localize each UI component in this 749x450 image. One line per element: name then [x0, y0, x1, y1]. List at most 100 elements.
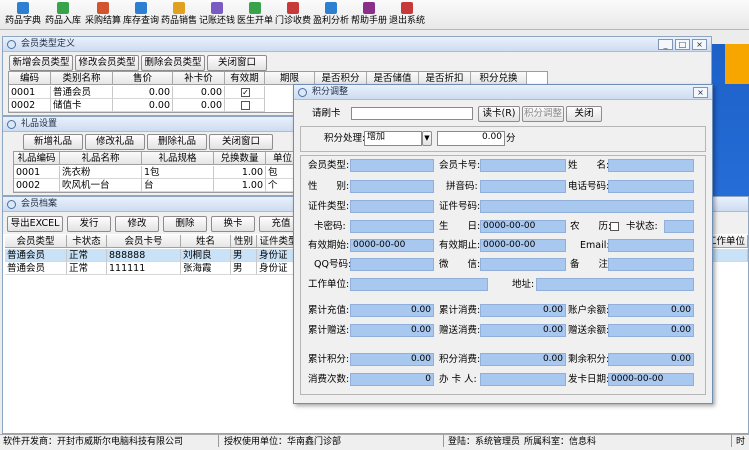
toolbar-button-1[interactable]: 药品入库: [44, 2, 82, 28]
window-icon: [7, 40, 16, 49]
table-row[interactable]: 0001 洗衣粉 1包 1.00 包: [14, 166, 298, 179]
name-field: [608, 159, 694, 172]
pinyin-field: [480, 180, 566, 193]
export-excel-button[interactable]: 导出EXCEL: [7, 216, 63, 232]
toolbar-button-7[interactable]: 门诊收费: [274, 2, 312, 28]
col-code[interactable]: 编码: [9, 72, 51, 85]
toolbar-button-label: 盈利分析: [312, 16, 349, 26]
toolbar-button-label: 药品字典: [4, 16, 41, 26]
cell-code: 0002: [14, 179, 60, 192]
edit-gift-button[interactable]: 修改礼品: [85, 134, 145, 150]
exit-icon: [401, 2, 413, 14]
toolbar-button-8[interactable]: 盈利分析: [312, 2, 350, 28]
toolbar-button-9[interactable]: 帮助手册: [350, 2, 388, 28]
cell-spec: 1包: [142, 166, 214, 179]
card-status-label: 卡状态:: [626, 221, 658, 232]
main-toolbar: 药品字典 药品入库 采购结算 库存查询 药品销售 记账还钱 医生开单 门诊收费 盈利分析 帮助手册…: [0, 0, 749, 30]
window-icon: [298, 88, 307, 97]
col-name[interactable]: 姓名: [181, 235, 231, 248]
toolbar-button-label: 医生开单: [236, 16, 273, 26]
delete-gift-button[interactable]: 删除礼品: [147, 134, 207, 150]
col-gift-spec[interactable]: 礼品规格: [142, 152, 214, 165]
toolbar-button-5[interactable]: 记账还钱: [198, 2, 236, 28]
window-title: 会员档案: [21, 199, 58, 209]
process-select[interactable]: 增加: [364, 131, 422, 146]
sales-icon: [173, 2, 185, 14]
col-gift-qty[interactable]: 兑换数量: [214, 152, 266, 165]
toolbar-button-6[interactable]: 医生开单: [236, 2, 274, 28]
help-book-icon: [363, 2, 375, 14]
sex-field: [350, 180, 434, 193]
points-process-label: 积分处理:: [324, 133, 366, 144]
toolbar-button-2[interactable]: 采购结算: [84, 2, 122, 28]
minimize-button[interactable]: _: [658, 39, 673, 50]
col-reissue[interactable]: 补卡价: [173, 72, 225, 85]
points-amount-input[interactable]: 0.00: [437, 131, 505, 146]
col-sex[interactable]: 性别: [231, 235, 257, 248]
col-price[interactable]: 售价: [113, 72, 173, 85]
total-recharge-label: 累计充值:: [308, 305, 350, 316]
points-adjust-button[interactable]: 积分调整: [522, 106, 564, 122]
cell-code: 0001: [14, 166, 60, 179]
remark-label: 备 注:: [570, 259, 612, 270]
chevron-down-icon[interactable]: ▼: [422, 131, 432, 146]
toolbar-button-label: 退出系统: [388, 16, 425, 26]
doctor-order-icon: [249, 2, 261, 14]
table-header: 礼品编码 礼品名称 礼品规格 兑换数量 单位: [14, 152, 298, 165]
toolbar-button-3[interactable]: 库存查询: [122, 2, 160, 28]
close-window-button[interactable]: 关闭窗口: [207, 55, 267, 71]
points-left-field: 0.00: [608, 353, 694, 366]
card-password-field: [350, 220, 434, 233]
col-card-no[interactable]: 会员卡号: [107, 235, 181, 248]
ledger-icon: [211, 2, 223, 14]
handler-field: [480, 373, 566, 386]
col-valid[interactable]: 有效期: [225, 72, 265, 85]
toolbar-button-label: 采购结算: [84, 16, 121, 26]
pinyin-label: 拼音码:: [446, 181, 478, 192]
dictionary-icon: [17, 2, 29, 14]
col-name[interactable]: 类别名称: [51, 72, 113, 85]
toolbar-button-4[interactable]: 药品销售: [160, 2, 198, 28]
close-button[interactable]: ×: [692, 39, 707, 50]
work-unit-field: [350, 278, 488, 291]
swipe-card-input[interactable]: [351, 107, 473, 120]
valid-checkbox[interactable]: ✓: [241, 88, 250, 97]
read-card-button[interactable]: 读卡(R): [478, 106, 520, 122]
close-window-button[interactable]: 关闭窗口: [209, 134, 273, 150]
issue-card-button[interactable]: 发行: [67, 216, 111, 232]
col-member-type[interactable]: 会员类型: [5, 235, 67, 248]
address-label: 地址:: [512, 279, 535, 290]
address-field: [536, 278, 694, 291]
add-gift-button[interactable]: 新增礼品: [23, 134, 83, 150]
cell-status: 正常: [67, 249, 107, 262]
add-member-type-button[interactable]: 新增会员类型: [9, 55, 73, 71]
col-gift-code[interactable]: 礼品编码: [14, 152, 60, 165]
wechat-field: [480, 258, 566, 271]
table-row[interactable]: 0002 吹风机一台 台 1.00 个: [14, 179, 298, 192]
lunar-checkbox[interactable]: [610, 222, 619, 231]
dialog-close-button[interactable]: 关闭: [566, 106, 602, 122]
total-recharge-field: 0.00: [350, 304, 434, 317]
delete-member-type-button[interactable]: 删除会员类型: [141, 55, 205, 71]
total-consume-field: 0.00: [480, 304, 566, 317]
maximize-button[interactable]: □: [675, 39, 690, 50]
toolbar-button-10[interactable]: 退出系统: [388, 2, 426, 28]
edit-member-button[interactable]: 修改: [115, 216, 159, 232]
toolbar-button-0[interactable]: 药品字典: [4, 2, 42, 28]
total-gift-label: 累计赠送:: [308, 325, 350, 336]
stock-in-icon: [57, 2, 69, 14]
inventory-query-icon: [135, 2, 147, 14]
col-gift-name[interactable]: 礼品名称: [60, 152, 142, 165]
edit-member-type-button[interactable]: 修改会员类型: [75, 55, 139, 71]
close-button[interactable]: ×: [693, 87, 708, 98]
col-card-status[interactable]: 卡状态: [67, 235, 107, 248]
delete-member-button[interactable]: 删除: [163, 216, 207, 232]
cell-qty: 1.00: [214, 179, 266, 192]
cell-qty: 1.00: [214, 166, 266, 179]
cell-code: 0002: [9, 99, 51, 112]
cell-reissue: 0.00: [173, 86, 225, 99]
replace-card-button[interactable]: 换卡: [211, 216, 255, 232]
cell-sex: 男: [231, 262, 257, 275]
valid-checkbox[interactable]: [241, 101, 250, 110]
birthday-field: 0000-00-00: [480, 220, 566, 233]
